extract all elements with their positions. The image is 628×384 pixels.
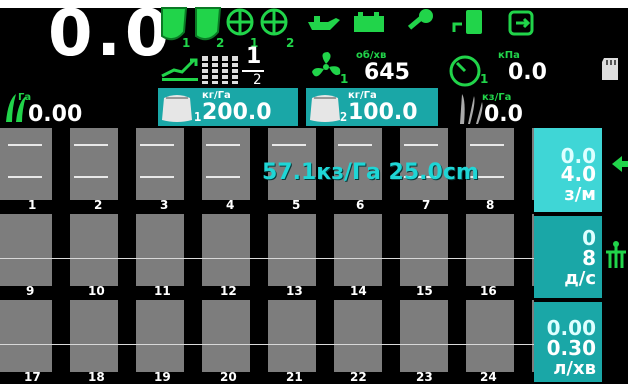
row-panel-2 xyxy=(0,214,534,286)
side-1-unit: з/м xyxy=(564,184,596,205)
side-3-unit: л/хв xyxy=(553,358,596,379)
tank-2-sub: 2 xyxy=(340,110,348,124)
tramline-total: 2 xyxy=(253,72,262,88)
wheat-icon xyxy=(460,94,483,124)
side-2-unit: д/с xyxy=(564,268,596,289)
seed-rate-value: 0.0 xyxy=(484,102,523,127)
pressure-gauge-icon xyxy=(449,55,481,87)
hopper-1-sub: 1 xyxy=(182,36,191,50)
row-labels-1: 12 34 56 78 xyxy=(0,198,534,212)
sd-card-icon[interactable] xyxy=(600,56,620,82)
side-panel-2[interactable]: 0 8 д/с xyxy=(534,216,602,298)
pressure-value: 0.0 xyxy=(508,60,547,85)
side-2-v2: 8 xyxy=(582,246,596,270)
export-icon xyxy=(508,10,534,36)
side-1-v2: 4.0 xyxy=(560,162,596,186)
seed-bag-2-icon xyxy=(310,95,340,122)
hopper-1-icon xyxy=(161,7,188,41)
tank-1-box[interactable]: кг/Га 1 200.0 xyxy=(158,88,298,126)
hopper-2-sub: 2 xyxy=(216,36,225,50)
fan-speed-value: 645 xyxy=(364,60,410,85)
fuel-icon xyxy=(452,10,482,34)
row-panel-3 xyxy=(0,300,534,372)
side-panel-3[interactable]: 0.00 0.30 л/хв xyxy=(534,302,602,382)
wheat-rows-icon xyxy=(202,56,238,84)
fan-2-icon xyxy=(260,8,288,36)
oil-can-icon xyxy=(308,16,340,30)
seed-bag-1-icon xyxy=(162,95,192,122)
area-value: 0.00 xyxy=(28,102,83,127)
fan-2-sub: 2 xyxy=(286,36,295,50)
row-labels-2: 9 10 11 12 13 14 15 16 xyxy=(0,284,534,298)
tank-1-sub: 1 xyxy=(194,110,202,124)
hopper-2-icon xyxy=(195,7,222,41)
tank-2-box[interactable]: кг/Га 2 100.0 xyxy=(306,88,438,126)
rows-area: 57.1кз/Га 25.0cm 12 34 56 78 9 10 11 12 13… xyxy=(0,128,602,384)
battery-icon xyxy=(354,12,384,32)
tank-2-value: 100.0 xyxy=(348,100,418,125)
tramline-icon xyxy=(161,58,198,81)
row-panel-1: 57.1кз/Га 25.0cm xyxy=(0,128,534,200)
arrow-left-icon[interactable] xyxy=(608,152,628,176)
speed-readout: 0.0 xyxy=(48,0,174,71)
fan-1-icon xyxy=(226,8,254,36)
key-icon xyxy=(407,9,433,30)
hopper-icons[interactable] xyxy=(158,2,224,52)
tractor-hitch-icon[interactable] xyxy=(604,238,628,272)
tank-1-value: 200.0 xyxy=(202,100,272,125)
overlay-rate: 57.1кз/Га 25.0cm xyxy=(262,160,479,185)
fan-speed-sub: 1 xyxy=(340,72,349,86)
status-icons xyxy=(308,9,534,36)
side-panel-1[interactable]: 0.0 4.0 з/м xyxy=(534,128,602,212)
row-labels-3: 17 18 19 20 21 22 23 24 xyxy=(0,370,534,384)
pressure-sub: 1 xyxy=(480,72,489,86)
tramline-count: 1 xyxy=(246,44,262,69)
side-3-v2: 0.30 xyxy=(546,336,596,360)
